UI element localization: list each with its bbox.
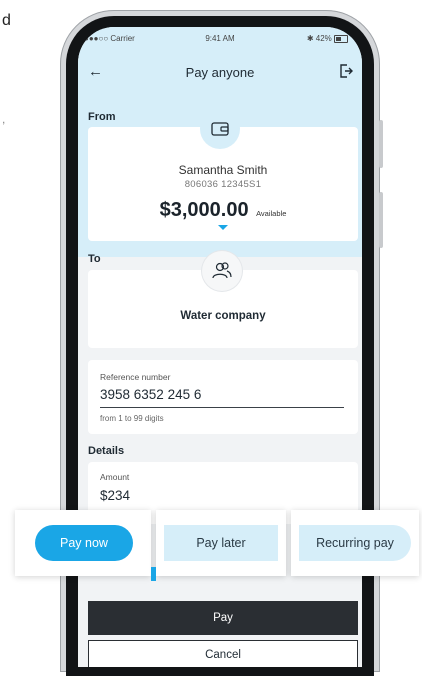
cancel-button[interactable]: Cancel: [88, 640, 358, 667]
payment-timing-options: Pay now Pay later Recurring pay: [15, 510, 419, 576]
people-icon: [202, 251, 242, 291]
bluetooth-icon: ✱: [306, 34, 314, 43]
battery-percent: 42%: [315, 34, 332, 43]
reference-input-underline: [100, 407, 344, 408]
pay-button[interactable]: Pay: [88, 601, 358, 635]
option-panel-pay-later: Pay later: [156, 510, 286, 576]
page-title: Pay anyone: [185, 65, 255, 80]
cropped-text-mark: ,: [2, 112, 6, 126]
recurring-pay-button[interactable]: Recurring pay: [299, 525, 411, 561]
option-panel-recurring: Recurring pay: [291, 510, 419, 576]
reference-hint: from 1 to 99 digits: [100, 414, 164, 423]
reference-input[interactable]: 3958 6352 245 6: [100, 387, 201, 402]
reference-field-label: Reference number: [100, 372, 171, 382]
phone-side-button: [379, 120, 383, 168]
balance-amount: $3,000.00: [159, 199, 249, 221]
cropped-text-letter: d: [2, 12, 11, 29]
payee-name: Water company: [180, 310, 266, 322]
reference-card: Reference number 3958 6352 245 6 from 1 …: [88, 360, 358, 434]
account-dropdown-caret-icon[interactable]: [218, 225, 228, 230]
wallet-icon: [200, 109, 240, 149]
pay-later-button[interactable]: Pay later: [164, 525, 278, 561]
from-section-label: From: [88, 111, 116, 123]
option-shadow-accent: [151, 567, 156, 581]
amount-input[interactable]: $234: [100, 488, 130, 503]
balance-available-label: Available: [256, 209, 287, 218]
battery-icon: [334, 34, 348, 43]
details-section-label: Details: [88, 445, 125, 457]
to-section-label: To: [88, 253, 101, 265]
account-number: 806036 12345S1: [184, 179, 262, 190]
pay-now-button[interactable]: Pay now: [35, 525, 133, 561]
status-bar: ●●●○○ Carrier 9:41 AM ✱ 42%: [78, 27, 362, 49]
option-panel-pay-now: Pay now: [15, 510, 151, 576]
navigation-bar: ← Pay anyone: [78, 61, 362, 85]
account-holder-name: Samantha Smith: [178, 163, 268, 177]
battery-status: ✱ 42%: [307, 34, 348, 43]
logout-icon[interactable]: [338, 63, 354, 84]
amount-field-label: Amount: [100, 472, 130, 482]
balance-row: $3,000.00 Available: [88, 199, 358, 222]
phone-side-button-lower: [379, 192, 383, 248]
